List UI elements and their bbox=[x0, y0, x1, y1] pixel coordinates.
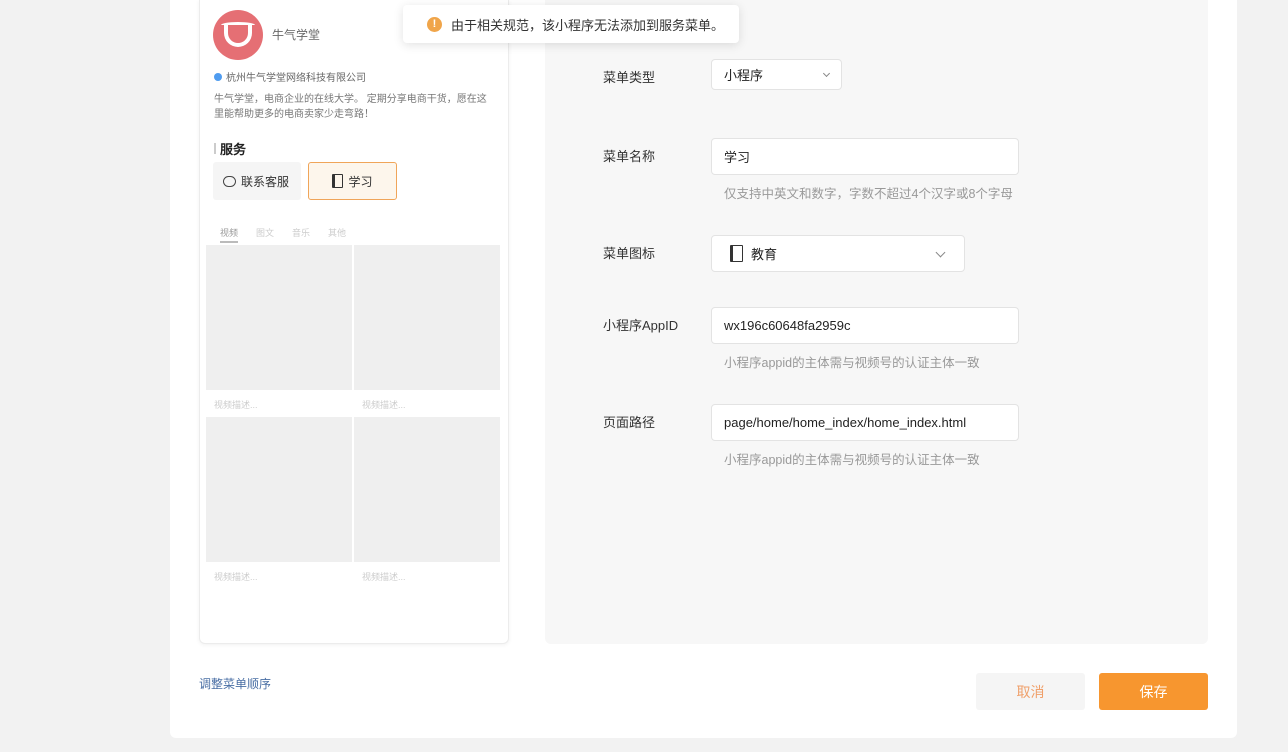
account-name: 牛气学堂 bbox=[272, 28, 321, 42]
menu-type-value: 小程序 bbox=[724, 68, 764, 83]
company-name: 杭州牛气学堂网络科技有限公司 bbox=[226, 73, 366, 84]
service-learn-label: 学习 bbox=[348, 174, 373, 189]
menu-name-input[interactable]: 学习 bbox=[711, 138, 1019, 175]
services-title: 服务 bbox=[214, 139, 246, 158]
video-caption: 视频描述... bbox=[354, 390, 500, 416]
appid-value: wx196c60648fa2959c bbox=[724, 318, 851, 333]
menu-name-hint: 仅支持中英文和数字，字数不超过4个汉字或8个字母 bbox=[724, 187, 1013, 201]
menu-name-label: 菜单名称 bbox=[603, 149, 656, 164]
phone-preview: 牛气学堂 杭州牛气学堂网络科技有限公司 牛气学堂，电商企业的在线大学。 定期分享… bbox=[199, 0, 509, 644]
title-bar bbox=[214, 143, 216, 154]
account-avatar bbox=[213, 10, 263, 60]
video-tile[interactable]: 视频描述... bbox=[206, 245, 352, 416]
tab-music[interactable]: 音乐 bbox=[292, 226, 310, 243]
services-title-text: 服务 bbox=[220, 142, 247, 157]
account-description: 牛气学堂，电商企业的在线大学。 定期分享电商干货，愿在这里能帮助更多的电商卖家少… bbox=[214, 94, 487, 120]
chevron-down-icon bbox=[935, 247, 946, 257]
warning-toast: ! 由于相关规范，该小程序无法添加到服务菜单。 bbox=[403, 5, 739, 43]
menu-type-select[interactable]: 小程序 bbox=[711, 59, 842, 90]
chevron-down-icon bbox=[822, 69, 831, 77]
menu-type-label: 菜单类型 bbox=[603, 70, 656, 85]
logo-bowl bbox=[224, 25, 252, 47]
book-icon bbox=[332, 174, 344, 188]
page-path-input[interactable]: page/home/home_index/home_index.html bbox=[711, 404, 1019, 441]
menu-icon-label: 菜单图标 bbox=[603, 246, 656, 261]
menu-icon-select[interactable]: 教育 bbox=[711, 235, 965, 272]
appid-label: 小程序AppID bbox=[603, 318, 679, 333]
tab-other[interactable]: 其他 bbox=[328, 226, 346, 243]
page-path-value: page/home/home_index/home_index.html bbox=[724, 415, 967, 430]
menu-name-value: 学习 bbox=[724, 150, 751, 165]
tab-article[interactable]: 图文 bbox=[256, 226, 274, 243]
reorder-menu-link[interactable]: 调整菜单顺序 bbox=[199, 675, 271, 692]
cancel-button[interactable]: 取消 bbox=[976, 673, 1085, 710]
service-learn-button[interactable]: 学习 bbox=[308, 162, 397, 200]
appid-hint: 小程序appid的主体需与视频号的认证主体一致 bbox=[724, 356, 980, 370]
video-tile[interactable]: 视频描述... bbox=[206, 417, 352, 588]
service-contact-label: 联系客服 bbox=[241, 174, 290, 189]
warning-icon: ! bbox=[427, 16, 442, 32]
page-path-label: 页面路径 bbox=[603, 415, 656, 430]
tab-video[interactable]: 视频 bbox=[220, 226, 239, 243]
company-line: 杭州牛气学堂网络科技有限公司 bbox=[214, 69, 366, 84]
video-caption: 视频描述... bbox=[206, 390, 352, 416]
appid-input[interactable]: wx196c60648fa2959c bbox=[711, 307, 1019, 344]
video-caption: 视频描述... bbox=[354, 562, 500, 588]
video-tile[interactable]: 视频描述... bbox=[354, 245, 500, 416]
toast-message: 由于相关规范，该小程序无法添加到服务菜单。 bbox=[451, 17, 725, 33]
page-path-hint: 小程序appid的主体需与视频号的认证主体一致 bbox=[724, 453, 980, 467]
video-tile[interactable]: 视频描述... bbox=[354, 417, 500, 588]
save-button[interactable]: 保存 bbox=[1099, 673, 1208, 710]
service-contact-button[interactable]: 联系客服 bbox=[213, 162, 301, 200]
verified-icon bbox=[214, 72, 222, 81]
chat-icon bbox=[223, 175, 236, 187]
video-caption: 视频描述... bbox=[206, 562, 352, 588]
content-tabs: 视频 图文 音乐 其他 bbox=[220, 226, 346, 243]
menu-icon-value: 教育 bbox=[751, 247, 778, 262]
book-icon bbox=[730, 245, 743, 262]
